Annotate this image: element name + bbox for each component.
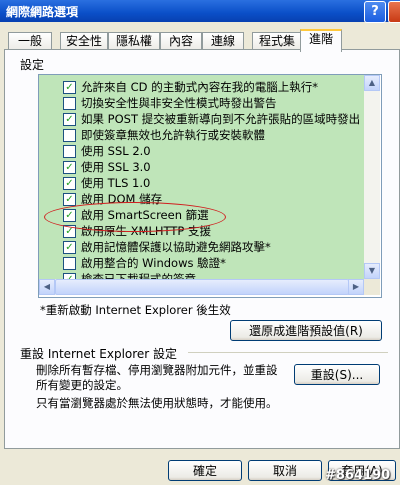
tab-general[interactable]: 一般 (8, 32, 52, 50)
cancel-button[interactable]: 取消 (248, 460, 322, 481)
tab-security[interactable]: 安全性 (60, 32, 108, 50)
tab-content[interactable]: 內容 (160, 32, 202, 50)
list-item-label: 啟用整合的 Windows 驗證* (81, 256, 226, 270)
window-title: 網際網路選項 (6, 5, 79, 19)
list-item[interactable]: ✓ 使用 TLS 1.0 (63, 175, 364, 191)
checkbox[interactable]: ✓ (63, 81, 76, 94)
list-item-label: 即使簽章無效也允許執行或安裝軟體 (81, 128, 265, 142)
list-item-label: 檢查已下載程式的簽章 (81, 272, 196, 279)
list-item[interactable]: ✓ 允許來自 CD 的主動式內容在我的電腦上執行* (63, 79, 364, 95)
settings-list[interactable]: ✓ 允許來自 CD 的主動式內容在我的電腦上執行* 切換安全性與非安全性模式時發出… (38, 74, 382, 298)
reset-note: 只有當瀏覽器處於無法使用狀態時，才能使用。 (36, 396, 278, 410)
checkbox[interactable]: ✓ (63, 177, 76, 190)
list-item-label: 使用 SSL 3.0 (81, 160, 151, 174)
annotation-circle (44, 202, 226, 232)
list-item-label: 允許來自 CD 的主動式內容在我的電腦上執行* (81, 80, 318, 94)
settings-label: 設定 (20, 58, 45, 72)
tab-strip: 一般 安全性 隱私權 內容 連線 程式集 進階 (4, 29, 396, 52)
scroll-corner (364, 279, 380, 295)
checkbox[interactable] (63, 257, 76, 270)
group-divider (188, 352, 388, 353)
title-bar: 網際網路選項 ? (0, 0, 400, 23)
scroll-down-icon[interactable]: ▼ (364, 263, 380, 279)
reset-description: 刪除所有暫存檔、停用瀏覽器附加元件，並重設所有變更的設定。 (36, 363, 278, 392)
list-item[interactable]: ✓ 如果 POST 提交被重新導向到不允許張貼的區域時發出 (63, 111, 364, 127)
ok-button[interactable]: 確定 (168, 460, 242, 481)
list-item[interactable]: 啟用整合的 Windows 驗證* (63, 255, 364, 271)
checkbox[interactable] (63, 129, 76, 142)
scroll-up-icon[interactable]: ▲ (364, 75, 380, 91)
reset-button[interactable]: 重設(S)... (294, 364, 380, 385)
checkbox[interactable] (63, 145, 76, 158)
tab-programs[interactable]: 程式集 (252, 32, 302, 50)
list-item-label: 啟用記憶體保護以協助避免網路攻擊* (81, 240, 271, 254)
checkbox[interactable]: ✓ (63, 193, 76, 206)
checkbox[interactable]: ✓ (63, 161, 76, 174)
list-item-label: 使用 TLS 1.0 (81, 176, 151, 190)
vertical-scrollbar[interactable]: ▲ ▼ (364, 75, 380, 279)
horizontal-scrollbar[interactable]: ◀ ▶ (39, 279, 364, 295)
checkbox[interactable]: ✓ (63, 113, 76, 126)
scroll-left-icon[interactable]: ◀ (39, 279, 55, 295)
help-button[interactable]: ? (364, 1, 386, 23)
list-item-label: 使用 SSL 2.0 (81, 144, 151, 158)
close-button[interactable] (388, 1, 400, 23)
restore-advanced-defaults-button[interactable]: 還原成進階預設值(R) (230, 320, 382, 341)
restart-note: *重新啟動 Internet Explorer 後生效 (40, 303, 231, 317)
list-item-label: 切換安全性與非安全性模式時發出警告 (81, 96, 277, 110)
checkbox[interactable]: ✓ (63, 241, 76, 254)
scroll-right-icon[interactable]: ▶ (348, 279, 364, 295)
watermark: #864190 (325, 468, 391, 483)
settings-list-content: ✓ 允許來自 CD 的主動式內容在我的電腦上執行* 切換安全性與非安全性模式時發出… (39, 75, 364, 279)
list-item-label: 如果 POST 提交被重新導向到不允許張貼的區域時發出 (81, 112, 361, 126)
list-item[interactable]: 使用 SSL 2.0 (63, 143, 364, 159)
reset-group-title: 重設 Internet Explorer 設定 (20, 347, 178, 361)
list-item[interactable]: 即使簽章無效也允許執行或安裝軟體 (63, 127, 364, 143)
tab-advanced[interactable]: 進階 (300, 29, 342, 52)
tab-connections[interactable]: 連線 (202, 32, 244, 50)
list-item[interactable]: ✓ 啟用記憶體保護以協助避免網路攻擊* (63, 239, 364, 255)
horizontal-scroll-thumb[interactable] (55, 279, 349, 295)
list-item[interactable]: 切換安全性與非安全性模式時發出警告 (63, 95, 364, 111)
list-item[interactable]: ✓ 使用 SSL 3.0 (63, 159, 364, 175)
tab-privacy[interactable]: 隱私權 (108, 32, 160, 50)
checkbox[interactable] (63, 97, 76, 110)
list-item[interactable]: ✓檢查已下載程式的簽章 (63, 271, 364, 279)
